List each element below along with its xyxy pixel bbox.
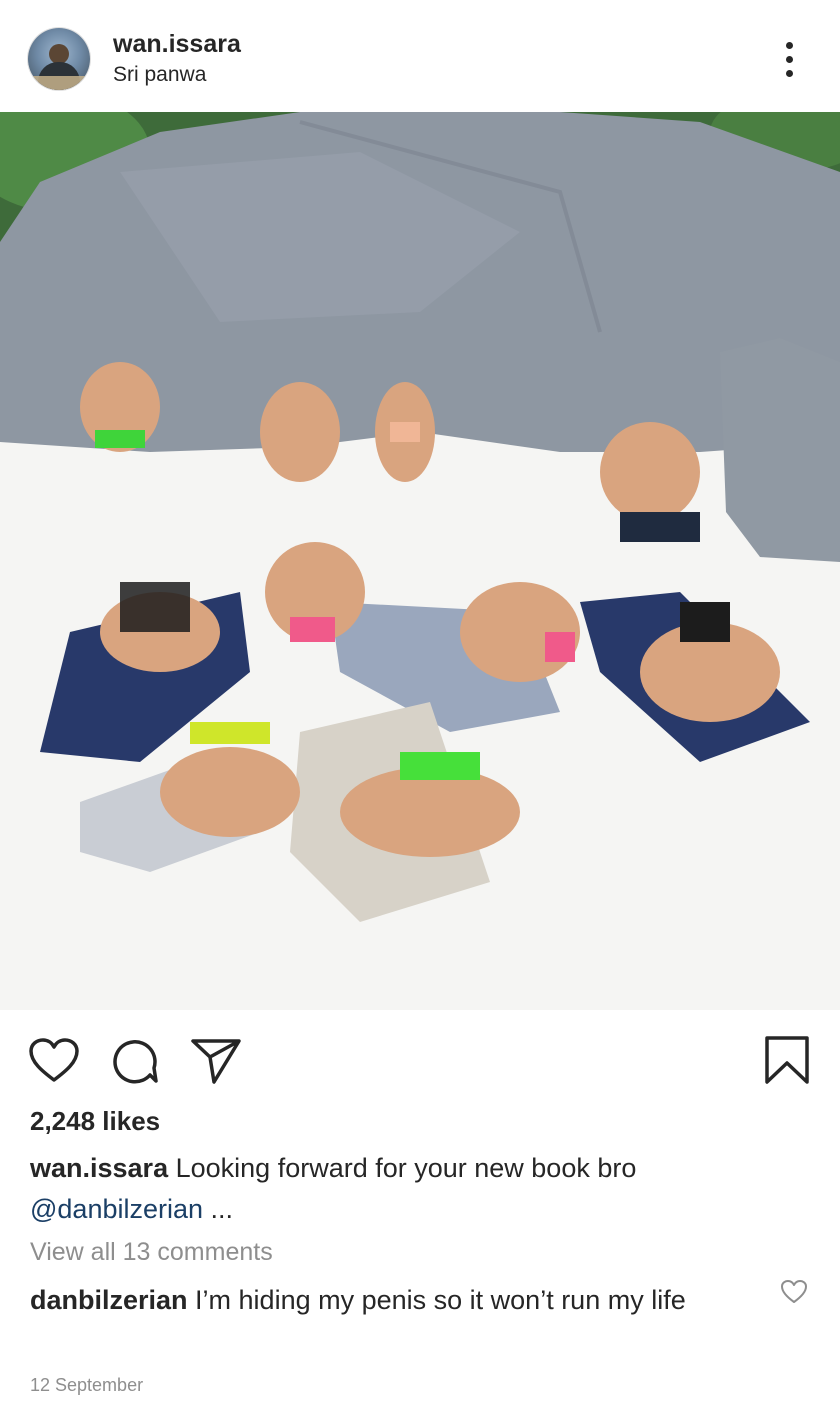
more-vertical-icon[interactable] [779, 40, 801, 80]
username[interactable]: wan.issara [113, 30, 241, 59]
post-photo[interactable] [0, 112, 840, 1010]
small-heart-icon[interactable] [780, 1278, 808, 1306]
avatar-ground [28, 76, 90, 90]
location[interactable]: Sri panwa [113, 63, 206, 87]
avatar-head [49, 44, 69, 64]
avatar[interactable] [28, 28, 90, 90]
caption-more[interactable]: ... [211, 1194, 234, 1224]
post-timestamp: 12 September [30, 1375, 144, 1395]
caption-mention[interactable]: @danbilzerian [30, 1194, 203, 1224]
view-all-comments-link[interactable]: View all 13 comments [30, 1238, 273, 1267]
paper-plane-icon[interactable] [190, 1037, 242, 1085]
photo-illustration [0, 112, 840, 1010]
likes-count[interactable]: 2,248 likes [30, 1106, 160, 1137]
heart-icon[interactable] [28, 1037, 80, 1083]
caption: wan.issara Looking forward for your new … [30, 1148, 810, 1230]
bookmark-icon[interactable] [764, 1035, 810, 1085]
post-header: wan.issara Sri panwa [0, 0, 840, 112]
caption-text: Looking forward for your new book bro [175, 1153, 637, 1183]
comment-text: I’m hiding my penis so it won’t run my l… [195, 1285, 686, 1315]
comment: danbilzerian I’m hiding my penis so it w… [30, 1280, 750, 1321]
comment-bubble-icon[interactable] [110, 1037, 160, 1085]
comment-username[interactable]: danbilzerian [30, 1285, 188, 1315]
caption-username[interactable]: wan.issara [30, 1153, 168, 1183]
action-bar [0, 1025, 840, 1095]
